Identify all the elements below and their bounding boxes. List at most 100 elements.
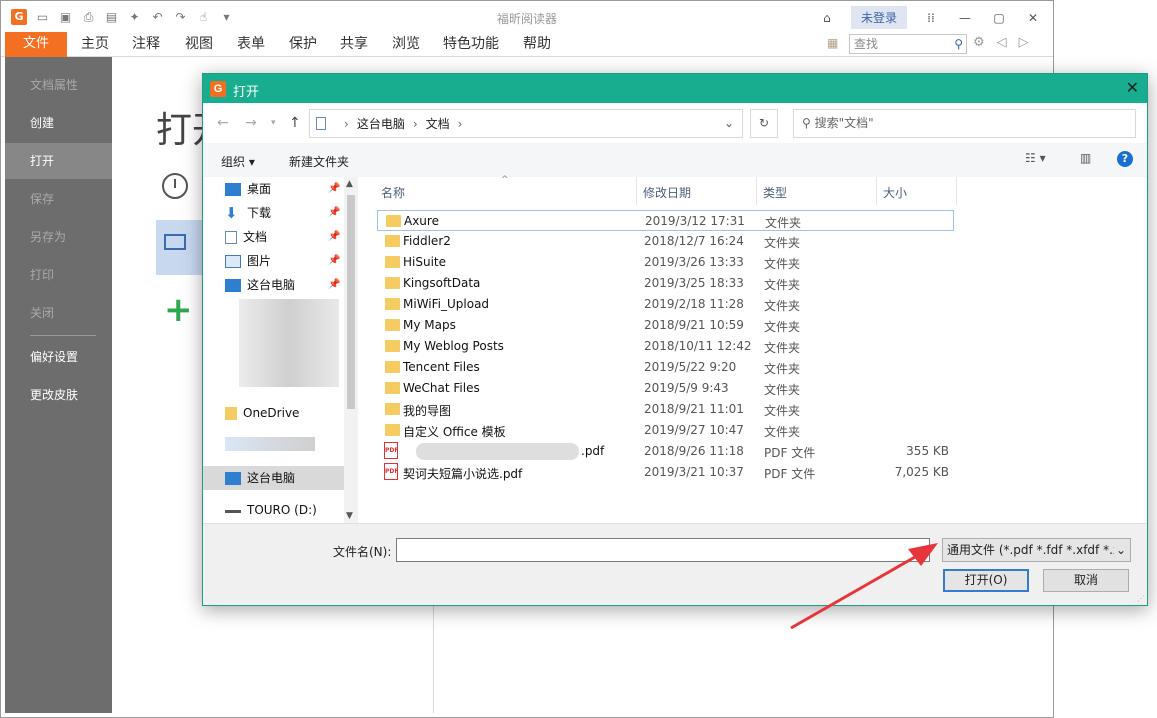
tree-item-onedrive[interactable]: OneDrive [225,403,299,423]
column-type[interactable]: 类型 [763,184,787,201]
tree-item-drive[interactable]: TOURO (D:) [225,500,317,520]
tree-item-pictures[interactable]: 图片 [225,251,271,271]
breadcrumb-sep-icon[interactable]: › [344,117,349,131]
column-separator[interactable] [756,177,757,205]
clock-icon[interactable] [162,173,188,199]
pin-icon[interactable]: 📌 [328,279,340,290]
sidebar-item-open[interactable]: 打开 [5,143,112,179]
scroll-up-icon[interactable]: ▲ [346,179,353,189]
table-row[interactable]: MiWiFi_Upload 2019/2/18 11:28 文件夹 [377,294,954,315]
breadcrumb-sep-icon[interactable]: › [413,117,418,131]
table-row[interactable]: KingsoftData 2019/3/25 18:33 文件夹 [377,273,954,294]
filename-input[interactable]: ⌄ [396,538,930,562]
sidebar-item-create[interactable]: 创建 [5,105,112,141]
chevron-down-icon[interactable]: ⌄ [914,543,923,556]
chevron-down-icon[interactable]: ⌄ [724,116,734,130]
sidebar-item-preferences[interactable]: 偏好设置 [5,339,112,375]
resize-grip-icon[interactable]: ⋰ [1137,594,1145,603]
search-input[interactable]: 查找 ⚲ [849,34,967,54]
pin-icon[interactable]: 📌 [328,231,340,242]
refresh-button[interactable]: ↻ [750,109,778,138]
sidebar-item-close[interactable]: 关闭 [5,295,112,331]
sidebar-item-skin[interactable]: 更改皮肤 [5,377,112,413]
bell-icon[interactable]: ⌂ [817,11,837,25]
back-arrow-icon[interactable]: ← [217,115,229,131]
filetype-select[interactable]: 通用文件 (*.pdf *.fdf *.xfdf *.x ⌄ [942,538,1131,562]
tab-file[interactable]: 文件 [5,32,67,57]
new-folder-button[interactable]: 新建文件夹 [289,153,349,170]
cancel-button[interactable]: 取消 [1043,569,1129,592]
login-button[interactable]: 未登录 [850,6,907,29]
forward-arrow-icon[interactable]: → [245,115,257,131]
gear-icon[interactable]: ⚙ [973,35,985,50]
column-separator[interactable] [636,177,637,205]
table-row[interactable]: Fiddler2 2018/12/7 16:24 文件夹 [377,231,954,252]
search-icon[interactable]: ⚲ [954,35,963,53]
column-name[interactable]: 名称 [381,184,405,201]
breadcrumb-sep-icon[interactable]: › [458,117,463,131]
preview-pane-icon[interactable]: ▥ [1080,151,1091,165]
tab-comment[interactable]: 注释 [132,32,160,57]
prev-icon[interactable]: ◁ [997,35,1007,50]
breadcrumb-thispc[interactable]: 这台电脑 [357,115,405,132]
table-row[interactable]: Axure 2019/3/12 17:31 文件夹 [377,210,954,231]
recent-chevron-icon[interactable]: ▾ [271,118,276,128]
table-row[interactable]: Tencent Files 2019/5/22 9:20 文件夹 [377,357,954,378]
table-row[interactable]: WeChat Files 2019/5/9 9:43 文件夹 [377,378,954,399]
sidebar-item-save-as[interactable]: 另存为 [5,219,112,255]
computer-option[interactable] [156,220,208,275]
help-icon[interactable]: ? [1117,151,1133,167]
column-separator[interactable] [876,177,877,205]
column-size[interactable]: 大小 [883,184,907,201]
tab-features[interactable]: 特色功能 [443,32,499,57]
tree-item-documents[interactable]: 文档 [225,227,267,247]
tab-browse[interactable]: 浏览 [392,32,420,57]
minimize-button[interactable]: — [955,11,975,25]
scroll-thumb[interactable] [347,195,355,409]
tree-item-thispc-quick[interactable]: 这台电脑 [225,275,295,295]
column-separator[interactable] [956,177,957,205]
sidebar-item-properties[interactable]: 文档属性 [5,67,112,103]
table-row[interactable]: 自定义 Office 模板 2019/9/27 10:47 文件夹 [377,420,954,441]
chevron-down-icon[interactable]: ⌄ [1113,539,1126,561]
breadcrumb-documents[interactable]: 文档 [426,115,450,132]
table-row[interactable]: My Weblog Posts 2018/10/11 12:42 文件夹 [377,336,954,357]
tab-form[interactable]: 表单 [237,32,265,57]
find-folder-icon[interactable]: ▦ [827,36,838,50]
close-button[interactable]: ✕ [1023,11,1043,25]
open-button[interactable]: 打开(O) [943,569,1029,592]
table-row[interactable]: 我的导图 2018/9/21 11:01 文件夹 [377,399,954,420]
dialog-search-input[interactable]: ⚲ 搜索"文档" [793,109,1136,138]
file-type: PDF 文件 [764,467,816,481]
view-options-icon[interactable]: ☷ ▾ [1025,151,1046,165]
table-row[interactable]: HiSuite 2019/3/26 13:33 文件夹 [377,252,954,273]
next-icon[interactable]: ▷ [1019,35,1029,50]
maximize-button[interactable]: ▢ [989,11,1009,25]
tab-home[interactable]: 主页 [81,32,109,57]
add-place-icon[interactable]: + [164,293,193,327]
pin-icon[interactable]: 📌 [328,207,340,218]
folder-icon [385,382,400,394]
pin-icon[interactable]: 📌 [328,183,340,194]
table-row[interactable]: PDF 契诃夫短篇小说选.pdf 2019/3/21 10:37 PDF 文件 7,02… [377,462,954,483]
organize-button[interactable]: 组织 ▾ [221,153,255,170]
tab-share[interactable]: 共享 [340,32,368,57]
up-arrow-icon[interactable]: ↑ [289,115,301,131]
table-row[interactable]: My Maps 2018/9/21 10:59 文件夹 [377,315,954,336]
tab-view[interactable]: 视图 [185,32,213,57]
address-bar[interactable]: › 这台电脑 › 文档 › ⌄ [309,109,743,138]
column-date[interactable]: 修改日期 [643,184,691,201]
tree-item-downloads[interactable]: ⬇ 下载 [225,203,271,223]
tree-item-desktop[interactable]: 桌面 [225,179,271,199]
sidebar-item-save[interactable]: 保存 [5,181,112,217]
tab-protect[interactable]: 保护 [289,32,317,57]
tree-item-thispc[interactable]: 这台电脑 [225,468,295,488]
table-row[interactable]: PDF .pdf 2018/9/26 11:18 PDF 文件 355 KB [377,441,954,462]
tab-help[interactable]: 帮助 [523,32,551,57]
sidebar-item-print[interactable]: 打印 [5,257,112,293]
scroll-down-icon[interactable]: ▼ [346,511,353,521]
tree-scrollbar[interactable]: ▲ ▼ [344,177,358,523]
dialog-close-button[interactable]: ✕ [1126,78,1139,97]
grid-icon[interactable]: ⁞⁞ [921,11,941,25]
pin-icon[interactable]: 📌 [328,255,340,266]
